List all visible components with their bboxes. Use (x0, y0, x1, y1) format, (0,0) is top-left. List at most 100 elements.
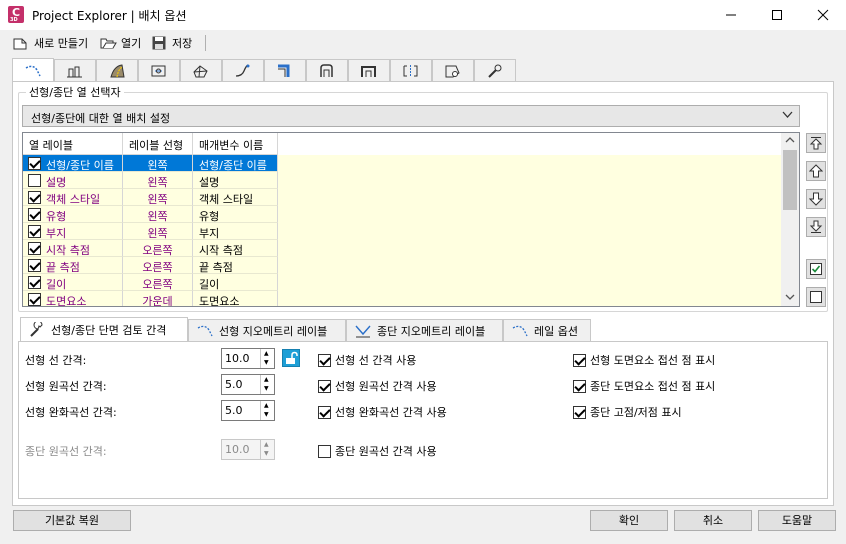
cell-column-label[interactable]: 선형/종단 이름 (23, 155, 123, 172)
cell-alignment[interactable]: 왼쪽 (123, 223, 193, 240)
maximize-button[interactable] (754, 0, 800, 30)
tab-profile-geometry[interactable]: 종단 지오메트리 레이블 (346, 319, 503, 341)
spinner-buttons[interactable]: ▲ ▼ (260, 401, 274, 420)
spinner-buttons[interactable]: ▲ ▼ (260, 375, 274, 394)
table-row[interactable]: 설명 왼쪽 설명 (23, 172, 781, 189)
close-button[interactable] (800, 0, 846, 30)
cell-column-label[interactable]: 길이 (23, 274, 123, 291)
tab-profile[interactable] (54, 59, 96, 82)
use-profile-curve-interval-checkbox[interactable]: 종단 원곡선 간격 사용 (318, 443, 437, 459)
table-row[interactable]: 길이 오른쪽 길이 (23, 274, 781, 291)
cell-column-label[interactable]: 시작 측점 (23, 240, 123, 257)
alignment-curve-interval-input[interactable]: 5.0 ▲ ▼ (221, 374, 275, 395)
tab-sample-line[interactable] (390, 59, 432, 82)
row-checkbox[interactable] (28, 157, 41, 170)
use-spiral-interval-checkbox[interactable]: 선형 완화곡선 간격 사용 (318, 404, 447, 420)
restore-defaults-button[interactable]: 기본값 복원 (13, 510, 131, 531)
row-checkbox[interactable] (28, 293, 41, 306)
open-button[interactable]: 열기 (100, 34, 141, 52)
table-row[interactable]: 부지 왼쪽 부지 (23, 223, 781, 240)
cell-column-label[interactable]: 설명 (23, 172, 123, 189)
checkbox-box[interactable] (318, 379, 331, 393)
minimize-button-area[interactable] (708, 0, 754, 30)
cell-text: 유형 (46, 210, 67, 223)
help-button[interactable]: 도움말 (758, 510, 836, 531)
cell-alignment[interactable]: 왼쪽 (123, 206, 193, 223)
tab-pressure-pipe[interactable] (348, 59, 390, 82)
table-row[interactable]: 객체 스타일 왼쪽 객체 스타일 (23, 189, 781, 206)
scroll-thumb[interactable] (783, 150, 797, 210)
move-down-button[interactable] (806, 189, 826, 209)
use-curve-interval-checkbox[interactable]: 선형 원곡선 간격 사용 (318, 378, 437, 394)
row-checkbox[interactable] (28, 208, 41, 221)
spinner-buttons[interactable]: ▲ ▼ (260, 349, 274, 368)
tab-assembly[interactable] (138, 59, 180, 82)
cell-column-label[interactable]: 끝 측점 (23, 257, 123, 274)
checkbox-box[interactable] (318, 405, 331, 419)
column-header[interactable]: 레이블 선형 (123, 133, 193, 155)
cell-alignment[interactable]: 왼쪽 (123, 155, 193, 172)
tab-surface[interactable] (180, 59, 222, 82)
tab-structure[interactable] (306, 59, 348, 82)
save-button[interactable]: 저장 (151, 34, 192, 52)
cell-column-label[interactable]: 유형 (23, 206, 123, 223)
row-checkbox[interactable] (28, 242, 41, 255)
tab-tools[interactable] (474, 59, 516, 82)
tab-pipe-network[interactable] (264, 59, 306, 82)
checkbox-box[interactable] (573, 353, 586, 367)
use-line-interval-checkbox[interactable]: 선형 선 간격 사용 (318, 352, 416, 368)
cell-column-label[interactable]: 객체 스타일 (23, 189, 123, 206)
uncheck-all-button[interactable] (806, 287, 826, 307)
row-checkbox[interactable] (28, 259, 41, 272)
row-checkbox[interactable] (28, 191, 41, 204)
new-button[interactable]: 새로 만들기 (13, 34, 88, 52)
table-row[interactable]: 선형/종단 이름 왼쪽 선형/종단 이름 (23, 155, 781, 172)
table-row[interactable]: 유형 왼쪽 유형 (23, 206, 781, 223)
check-all-button[interactable] (806, 259, 826, 279)
cell-text: 끝 측점 (46, 261, 80, 274)
tab-corridor[interactable] (96, 59, 138, 82)
show-high-low-points-checkbox[interactable]: 종단 고점/저점 표시 (573, 404, 682, 420)
move-bottom-button[interactable] (806, 217, 826, 237)
cell-alignment[interactable]: 왼쪽 (123, 189, 193, 206)
layout-dropdown[interactable]: 선형/종단에 대한 열 배치 설정 (22, 105, 800, 127)
row-checkbox[interactable] (28, 225, 41, 238)
move-up-button[interactable] (806, 161, 826, 181)
tab-parcel[interactable] (432, 59, 474, 82)
row-checkbox[interactable] (28, 276, 41, 289)
field-label: 선형 선 간격: (25, 354, 87, 367)
column-header[interactable]: 매개변수 이름 (193, 133, 278, 155)
tab-featureline[interactable] (222, 59, 264, 82)
cell-alignment[interactable]: 가운데 (123, 291, 193, 306)
cell-alignment[interactable]: 오른쪽 (123, 240, 193, 257)
checkbox-box[interactable] (573, 379, 586, 393)
scroll-down-icon[interactable] (785, 293, 795, 303)
alignment-spiral-interval-input[interactable]: 5.0 ▲ ▼ (221, 400, 275, 421)
tab-alignment-geometry[interactable]: 선형 지오메트리 레이블 (188, 319, 346, 341)
move-top-button[interactable] (806, 133, 826, 153)
alignment-line-interval-input[interactable]: 10.0 ▲ ▼ (221, 348, 275, 369)
cell-alignment[interactable]: 왼쪽 (123, 172, 193, 189)
row-checkbox[interactable] (28, 174, 41, 187)
tab-alignment[interactable] (12, 58, 54, 82)
ok-button[interactable]: 확인 (590, 510, 668, 531)
scroll-up-icon[interactable] (785, 136, 795, 146)
cell-alignment[interactable]: 오른쪽 (123, 274, 193, 291)
column-header[interactable]: 열 레이블 (23, 133, 123, 155)
checkbox-box[interactable] (318, 444, 331, 458)
cancel-button[interactable]: 취소 (674, 510, 752, 531)
lock-button[interactable] (282, 349, 300, 367)
show-profile-tangent-checkbox[interactable]: 종단 도면요소 접선 점 표시 (573, 378, 715, 394)
table-row[interactable]: 시작 측점 오른쪽 시작 측점 (23, 240, 781, 257)
tab-rail-options[interactable]: 레일 옵션 (503, 319, 591, 341)
checkbox-box[interactable] (318, 353, 331, 367)
checkbox-box[interactable] (573, 405, 586, 419)
cell-column-label[interactable]: 도면요소 (23, 291, 123, 306)
cell-column-label[interactable]: 부지 (23, 223, 123, 240)
cell-alignment[interactable]: 오른쪽 (123, 257, 193, 274)
grid-scrollbar[interactable] (781, 133, 799, 306)
show-alignment-tangent-checkbox[interactable]: 선형 도면요소 접선 점 표시 (573, 352, 715, 368)
table-row[interactable]: 끝 측점 오른쪽 끝 측점 (23, 257, 781, 274)
tab-sampling-interval[interactable]: 선형/종단 단면 검토 간격 (20, 317, 188, 342)
table-row[interactable]: 도면요소 가운데 도면요소 (23, 291, 781, 306)
